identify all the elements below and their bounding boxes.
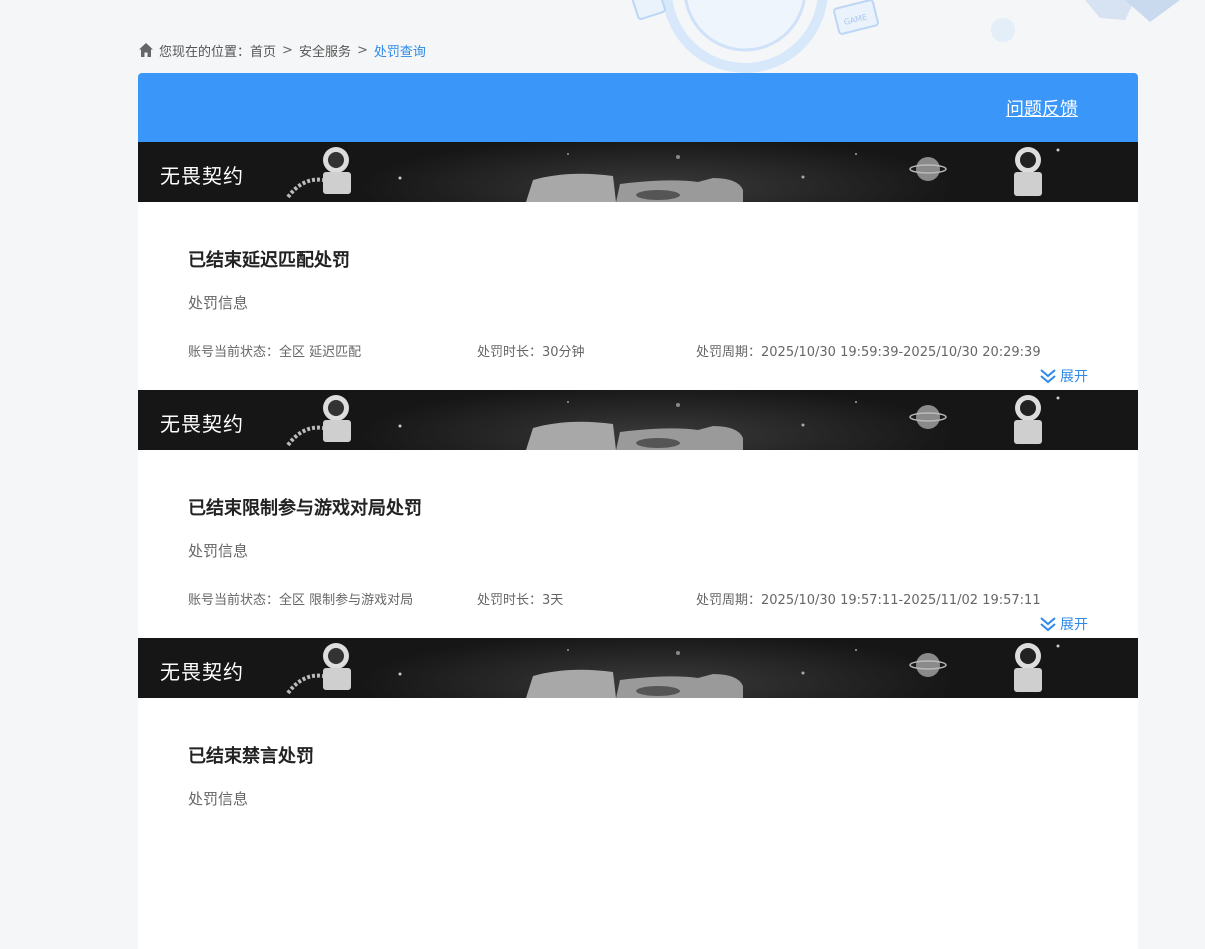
period-value: 2025/10/30 19:57:11-2025/11/02 19:57:11 <box>761 593 1041 608</box>
game-banner: 无畏契约 <box>138 638 1138 698</box>
punishment-card: 无畏契约 已结束禁言处罚 处罚信息 <box>138 638 1138 838</box>
game-name: 无畏契约 <box>160 660 244 684</box>
breadcrumb-separator: > <box>356 42 368 58</box>
punishment-title: 已结束限制参与游戏对局处罚 <box>188 498 422 519</box>
page: GAME 您现在的位置： 首页 > 安全服务 > 处罚查询 问题反馈 无畏契约 … <box>0 0 1205 949</box>
punishment-card: 无畏契约 已结束延迟匹配处罚 处罚信息 账号当前状态：全区 延迟匹配 处罚时长：… <box>138 142 1138 411</box>
header-bar: 问题反馈 <box>138 73 1138 142</box>
expand-button[interactable]: 展开 <box>1039 614 1088 634</box>
breadcrumb-prefix: 您现在的位置： <box>159 44 251 60</box>
breadcrumb-current: 处罚查询 <box>373 44 426 60</box>
punishment-period: 处罚周期：2025/10/30 19:57:11-2025/11/02 19:5… <box>696 589 1041 608</box>
duration-label: 处罚时长： <box>477 593 543 608</box>
account-status-value: 全区 限制参与游戏对局 <box>279 593 414 608</box>
duration-label: 处罚时长： <box>477 345 543 360</box>
punishment-title: 已结束禁言处罚 <box>188 746 314 767</box>
account-status: 账号当前状态：全区 限制参与游戏对局 <box>188 589 413 608</box>
punishment-subtitle: 处罚信息 <box>188 294 249 312</box>
game-name: 无畏契约 <box>160 412 244 436</box>
home-icon <box>139 43 153 57</box>
space-banner-icon <box>138 638 1138 698</box>
punishment-subtitle: 处罚信息 <box>188 790 249 808</box>
header-decoration-icon: GAME <box>632 0 1180 73</box>
breadcrumb-security-link[interactable]: 安全服务 <box>299 41 351 60</box>
expand-label: 展开 <box>1060 617 1088 633</box>
period-value: 2025/10/30 19:59:39-2025/10/30 20:29:39 <box>761 345 1041 360</box>
feedback-link[interactable]: 问题反馈 <box>1006 95 1078 121</box>
punishment-duration: 处罚时长：3天 <box>477 589 563 608</box>
period-label: 处罚周期： <box>696 593 762 608</box>
duration-value: 3天 <box>542 593 564 608</box>
account-status-value: 全区 延迟匹配 <box>279 345 362 360</box>
account-status-label: 账号当前状态： <box>188 345 280 360</box>
duration-value: 30分钟 <box>542 345 585 360</box>
account-status: 账号当前状态：全区 延迟匹配 <box>188 341 361 360</box>
double-chevron-down-icon <box>1040 617 1056 632</box>
space-banner-icon <box>138 142 1138 202</box>
game-name: 无畏契约 <box>160 164 244 188</box>
expand-label: 展开 <box>1060 369 1088 385</box>
punishment-subtitle: 处罚信息 <box>188 542 249 560</box>
punishment-period: 处罚周期：2025/10/30 19:59:39-2025/10/30 20:2… <box>696 341 1041 360</box>
account-status-label: 账号当前状态： <box>188 593 280 608</box>
expand-button[interactable]: 展开 <box>1039 366 1088 386</box>
breadcrumb-home-link[interactable]: 首页 <box>250 41 276 60</box>
period-label: 处罚周期： <box>696 345 762 360</box>
breadcrumb-separator: > <box>282 42 293 58</box>
game-banner: 无畏契约 <box>138 390 1138 450</box>
punishment-title: 已结束延迟匹配处罚 <box>188 250 350 271</box>
double-chevron-down-icon <box>1040 369 1056 384</box>
space-banner-icon <box>138 390 1138 450</box>
punishment-duration: 处罚时长：30分钟 <box>477 341 585 360</box>
breadcrumb: 您现在的位置： 首页 > 安全服务 > 处罚查询 <box>138 40 426 60</box>
svg-text:GAME: GAME <box>843 12 868 26</box>
game-banner: 无畏契约 <box>138 142 1138 202</box>
punishment-list-container: 问题反馈 无畏契约 已结束延迟匹配处罚 处罚信息 账号当前状态：全区 延迟匹配 … <box>138 73 1138 949</box>
punishment-card: 无畏契约 已结束限制参与游戏对局处罚 处罚信息 账号当前状态：全区 限制参与游戏… <box>138 390 1138 659</box>
